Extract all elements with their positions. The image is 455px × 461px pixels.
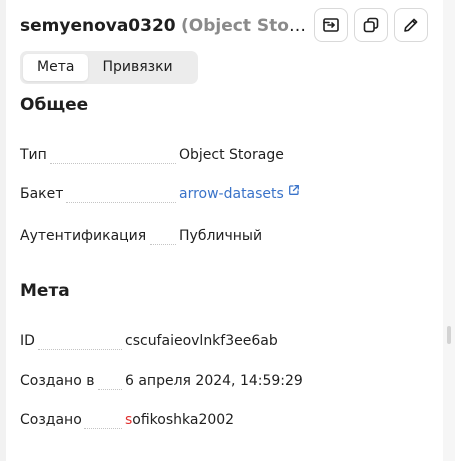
external-link-icon[interactable] xyxy=(288,184,300,196)
field-row-created-at: Создано в 6 апреля 2024, 14:59:29 xyxy=(20,370,420,392)
bucket-link[interactable]: arrow-datasets xyxy=(179,183,300,205)
leader-dots xyxy=(150,244,176,245)
panel-header: semyenova0320 (Object Storag... xyxy=(20,8,440,44)
field-value: 6 апреля 2024, 14:59:29 xyxy=(125,373,303,389)
creator-login: sofikoshka2002 xyxy=(125,409,234,431)
field-label: Тип xyxy=(20,147,47,163)
bucket-link-text[interactable]: arrow-datasets xyxy=(179,186,284,202)
connection-name: semyenova0320 xyxy=(20,16,176,36)
connection-kind: (Object Storag... xyxy=(181,16,310,36)
right-edge-strip xyxy=(443,0,455,461)
section-meta-title: Мета xyxy=(20,281,70,301)
field-value: Публичный xyxy=(179,228,263,244)
edit-pencil-icon xyxy=(404,18,418,32)
leader-dots xyxy=(38,349,122,350)
field-row-created-by: Создано sofikoshka2002 xyxy=(20,409,420,431)
section-general-title: Общее xyxy=(20,95,89,115)
field-value: cscufaieovlnkf3ee6ab xyxy=(125,333,278,349)
field-row-id: ID cscufaieovlnkf3ee6ab xyxy=(20,330,420,352)
field-row-auth: Аутентификация Публичный xyxy=(20,225,420,247)
creator-login-rest: ofikoshka2002 xyxy=(132,412,235,428)
field-label: ID xyxy=(20,333,35,349)
edit-button[interactable] xyxy=(394,8,428,42)
leader-dots xyxy=(50,163,176,164)
leader-dots xyxy=(84,428,122,429)
field-row-bucket: Бакет arrow-datasets xyxy=(20,183,420,205)
field-label: Создано xyxy=(20,412,82,428)
field-value: Object Storage xyxy=(179,147,284,163)
open-in-panel-button[interactable] xyxy=(314,8,348,42)
field-label: Создано в xyxy=(20,373,95,389)
scrollbar-handle[interactable] xyxy=(447,326,451,344)
details-panel: semyenova0320 (Object Storag... М xyxy=(6,0,443,461)
tab-bar: Мета Привязки xyxy=(20,51,198,84)
page-title: semyenova0320 (Object Storag... xyxy=(20,12,310,40)
tab-bindings[interactable]: Привязки xyxy=(88,54,186,81)
field-row-type: Тип Object Storage xyxy=(20,144,420,166)
field-label: Аутентификация xyxy=(20,228,147,244)
open-in-panel-icon xyxy=(323,18,339,32)
tab-meta[interactable]: Мета xyxy=(23,54,89,81)
copy-icon xyxy=(363,17,379,33)
copy-button[interactable] xyxy=(354,8,388,42)
leader-dots xyxy=(66,202,176,203)
field-label: Бакет xyxy=(20,186,64,202)
leader-dots xyxy=(98,389,122,390)
